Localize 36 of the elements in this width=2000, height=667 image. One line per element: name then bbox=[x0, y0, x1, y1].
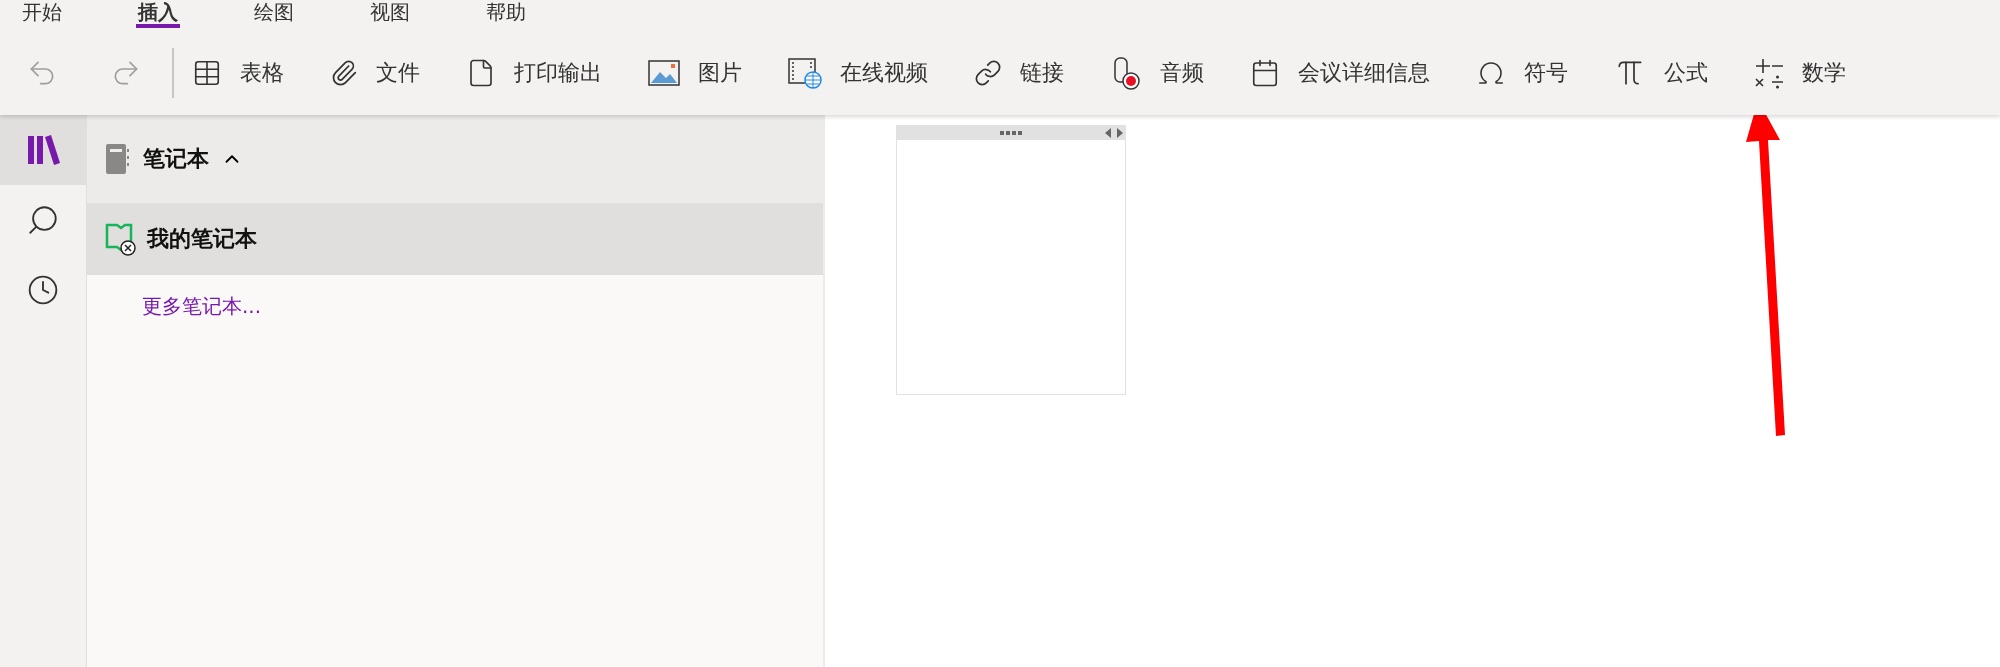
notebook-name: 我的笔记本 bbox=[147, 225, 257, 253]
notebooks-title: 笔记本 bbox=[143, 145, 209, 173]
link-icon bbox=[974, 58, 1002, 87]
insert-tool-button[interactable]: 公式 bbox=[1612, 52, 1710, 93]
notebook-sync-error-icon bbox=[105, 221, 137, 257]
rail-button[interactable] bbox=[0, 115, 86, 185]
insert-tool-button[interactable]: 图片 bbox=[646, 53, 744, 92]
ribbon-tab[interactable]: 开始 bbox=[20, 0, 64, 28]
insert-tool-button[interactable]: 符号 bbox=[1474, 53, 1570, 92]
notebook-item[interactable]: 我的笔记本 bbox=[87, 203, 823, 275]
insert-tool-button[interactable]: 音频 bbox=[1108, 51, 1206, 94]
search-icon bbox=[26, 203, 60, 237]
resize-arrows-icon bbox=[1105, 128, 1123, 138]
insert-tool-button[interactable]: 文件 bbox=[328, 53, 422, 92]
insert-tool-button[interactable]: 链接 bbox=[972, 53, 1066, 92]
library-icon bbox=[25, 132, 61, 168]
ribbon-tab[interactable]: 帮助 bbox=[484, 0, 528, 28]
insert-tool-button[interactable]: 打印输出 bbox=[464, 53, 604, 92]
ribbon-tab[interactable]: 绘图 bbox=[252, 0, 296, 28]
ribbon-tab[interactable]: 视图 bbox=[368, 0, 412, 28]
clock-icon bbox=[27, 274, 59, 306]
insert-tool-button[interactable]: 在线视频 bbox=[786, 52, 930, 93]
math-operators-icon bbox=[1754, 56, 1784, 89]
video-icon bbox=[788, 56, 822, 89]
insert-tool-button[interactable]: 会议详细信息 bbox=[1248, 53, 1432, 92]
notebook-icon bbox=[105, 143, 131, 175]
notebooks-header[interactable]: 笔记本 bbox=[87, 115, 823, 203]
drag-handle-icon bbox=[1000, 131, 1022, 135]
paperclip-icon bbox=[330, 58, 358, 87]
insert-tool-button[interactable]: 表格 bbox=[190, 53, 286, 92]
picture-icon bbox=[648, 58, 680, 87]
ribbon-tab[interactable]: 插入 bbox=[136, 0, 180, 28]
container-handle[interactable] bbox=[897, 126, 1125, 140]
insert-tool-button[interactable]: 数学 bbox=[1752, 52, 1848, 93]
calendar-icon bbox=[1250, 57, 1280, 88]
more-notebooks-link[interactable]: 更多笔记本... bbox=[142, 293, 262, 320]
